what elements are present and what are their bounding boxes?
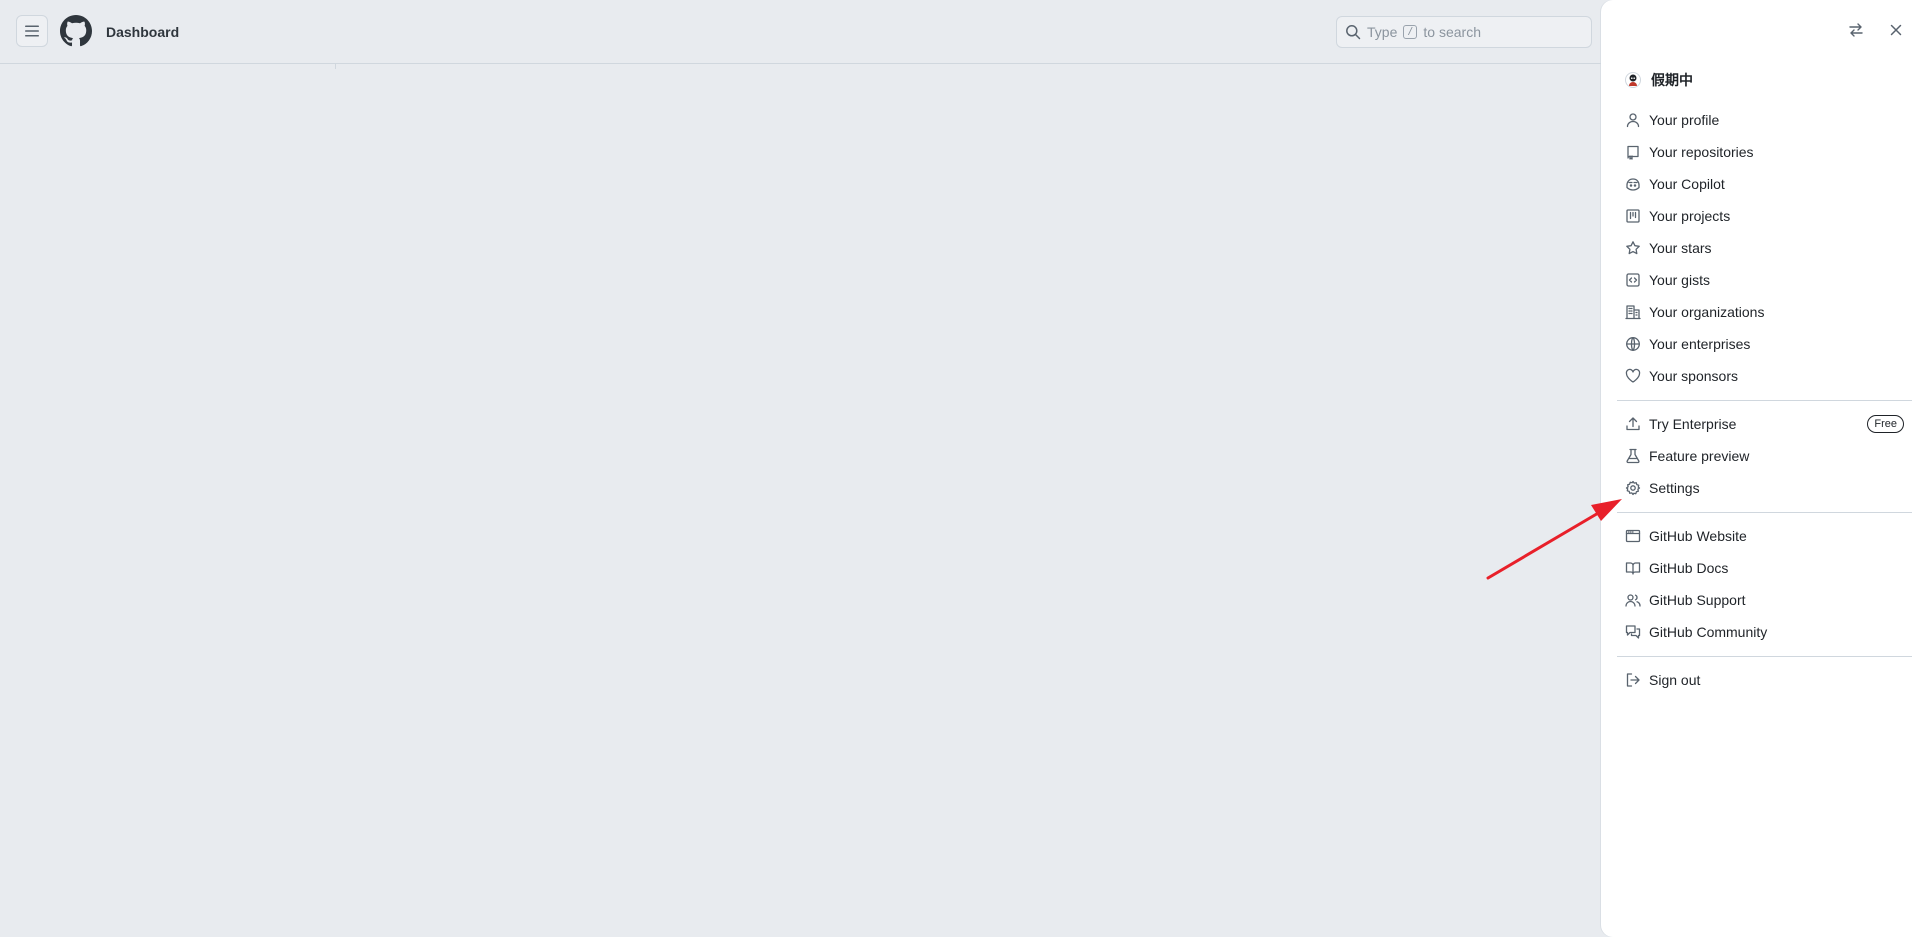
sign-out-icon [1625, 672, 1641, 688]
menu-item-your-organizations[interactable]: Your organizations [1617, 296, 1912, 328]
menu-divider [1617, 512, 1912, 513]
upload-icon [1625, 416, 1641, 432]
menu-item-label: Your stars [1649, 240, 1712, 256]
close-icon [1890, 24, 1902, 36]
menu-item-label: Your sponsors [1649, 368, 1738, 384]
heart-icon [1625, 368, 1641, 384]
menu-item-feature-preview[interactable]: Feature preview [1617, 440, 1912, 472]
menu-item-label: Your Copilot [1649, 176, 1725, 192]
menu-item-label: Sign out [1649, 672, 1701, 688]
comment-discussion-icon [1625, 624, 1641, 640]
menu-item-label: Try Enterprise [1649, 416, 1737, 432]
avatar [1625, 72, 1641, 88]
search-suffix-text: to search [1423, 24, 1481, 40]
menu-item-sign-out[interactable]: Sign out [1617, 664, 1912, 696]
menu-item-github-support[interactable]: GitHub Support [1617, 584, 1912, 616]
arrow-switch-icon [1849, 23, 1863, 37]
menu-item-your-copilot[interactable]: Your Copilot [1617, 168, 1912, 200]
search-shortcut-key: / [1403, 25, 1418, 39]
book-icon [1625, 560, 1641, 576]
menu-item-label: Your organizations [1649, 304, 1765, 320]
free-badge: Free [1867, 415, 1904, 433]
menu-item-label: GitHub Community [1649, 624, 1768, 640]
menu-item-label: GitHub Docs [1649, 560, 1729, 576]
menu-item-your-sponsors[interactable]: Your sponsors [1617, 360, 1912, 392]
menu-item-label: Your projects [1649, 208, 1731, 224]
menu-item-your-gists[interactable]: Your gists [1617, 264, 1912, 296]
menu-item-your-projects[interactable]: Your projects [1617, 200, 1912, 232]
menu-item-github-website[interactable]: GitHub Website [1617, 520, 1912, 552]
search-prefix-text: Type [1367, 24, 1398, 40]
current-user: 假期中 [1625, 68, 1693, 92]
search-icon [1346, 25, 1361, 40]
project-icon [1625, 208, 1641, 224]
menu-item-settings[interactable]: Settings [1617, 472, 1912, 504]
menu-item-label: Settings [1649, 480, 1700, 496]
search-input[interactable]: Type / to search [1336, 16, 1592, 48]
menu-divider [1617, 656, 1912, 657]
gear-icon [1625, 480, 1641, 496]
menu-item-your-enterprises[interactable]: Your enterprises [1617, 328, 1912, 360]
user-menu-list: Your profile Your repositories Your Copilo… [1617, 104, 1912, 696]
menu-item-label: Your enterprises [1649, 336, 1751, 352]
menu-item-try-enterprise[interactable]: Try Enterprise Free [1617, 408, 1912, 440]
globe-icon [1625, 336, 1641, 352]
person-icon [1625, 112, 1641, 128]
layout-divider [335, 64, 336, 69]
hamburger-menu-button[interactable] [16, 15, 48, 47]
code-square-icon [1625, 272, 1641, 288]
repo-icon [1625, 144, 1641, 160]
copilot-icon [1625, 176, 1641, 192]
menu-item-label: Your gists [1649, 272, 1710, 288]
hamburger-icon [25, 25, 39, 37]
beaker-icon [1625, 448, 1641, 464]
menu-item-your-repositories[interactable]: Your repositories [1617, 136, 1912, 168]
people-icon [1625, 592, 1641, 608]
menu-item-github-docs[interactable]: GitHub Docs [1617, 552, 1912, 584]
menu-item-label: Your repositories [1649, 144, 1754, 160]
menu-item-your-profile[interactable]: Your profile [1617, 104, 1912, 136]
browser-icon [1625, 528, 1641, 544]
menu-item-label: Your profile [1649, 112, 1720, 128]
username: 假期中 [1651, 73, 1693, 89]
menu-item-label: Feature preview [1649, 448, 1750, 464]
organization-icon [1625, 304, 1641, 320]
star-icon [1625, 240, 1641, 256]
github-logo-icon[interactable] [60, 15, 92, 47]
user-menu-drawer: 假期中 Your profile Your repositories Your Co… [1601, 0, 1920, 937]
switch-account-button[interactable] [1844, 18, 1868, 42]
page-title[interactable]: Dashboard [106, 22, 179, 42]
menu-item-label: GitHub Support [1649, 592, 1746, 608]
menu-item-your-stars[interactable]: Your stars [1617, 232, 1912, 264]
menu-item-github-community[interactable]: GitHub Community [1617, 616, 1912, 648]
menu-divider [1617, 400, 1912, 401]
close-drawer-button[interactable] [1884, 18, 1908, 42]
menu-item-label: GitHub Website [1649, 528, 1747, 544]
